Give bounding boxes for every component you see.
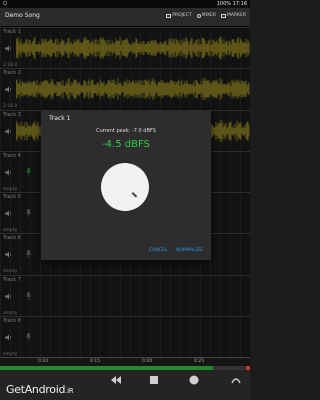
dialog-buttons: CANCEL NORMALIZE [149,248,203,253]
clip-indicator [246,366,250,370]
mixer-label: MIXER [201,13,216,18]
status-right: 100% 17:16 [216,1,247,7]
app-actions: PROJECT MIXER MARKER [166,13,246,18]
normalize-value: -4.5 dBFS [102,139,150,150]
project-title: Demo Song [5,12,40,19]
current-peak-text: Current peak: -7.0 dBFS [96,128,156,134]
gain-knob[interactable] [101,163,149,211]
project-button[interactable]: PROJECT [166,13,192,18]
dialog-title: Track 1 [49,115,71,122]
mixer-button[interactable]: MIXER [196,13,216,18]
normalize-dialog: Track 1 Current peak: -7.0 dBFS -4.5 dBF… [41,110,211,260]
ruler-tick: 0:25 [194,359,205,364]
folder-icon [166,13,172,18]
project-label: PROJECT [172,13,192,18]
ruler-tick: 0:20 [142,359,153,364]
loop-icon[interactable] [230,374,242,386]
record-icon[interactable] [188,374,200,386]
marker-icon [220,13,226,18]
marker-label: MARKER [226,13,246,18]
level-meter-fill [0,366,213,370]
status-bar: Q 100% 17:16 [0,0,250,8]
transport-bar: GetAndroid.iR [0,366,250,400]
status-left: Q [3,1,7,7]
mixer-icon [196,13,201,18]
ruler-tick: 0:10 [38,359,49,364]
cancel-button[interactable]: CANCEL [149,248,167,253]
rewind-icon[interactable] [110,374,122,386]
level-meter [0,366,250,370]
logo-suffix: .iR [65,387,74,395]
watermark-logo: GetAndroid.iR [6,383,74,396]
knob-pointer [131,192,138,198]
marker-button[interactable]: MARKER [220,13,246,18]
normalize-button[interactable]: NORMALIZE [176,248,203,253]
logo-text: GetAndroid [6,383,66,396]
stop-icon[interactable] [148,374,160,386]
ruler-tick: 0:15 [90,359,101,364]
app-bar: Demo Song PROJECT MIXER MARKER [0,8,250,27]
